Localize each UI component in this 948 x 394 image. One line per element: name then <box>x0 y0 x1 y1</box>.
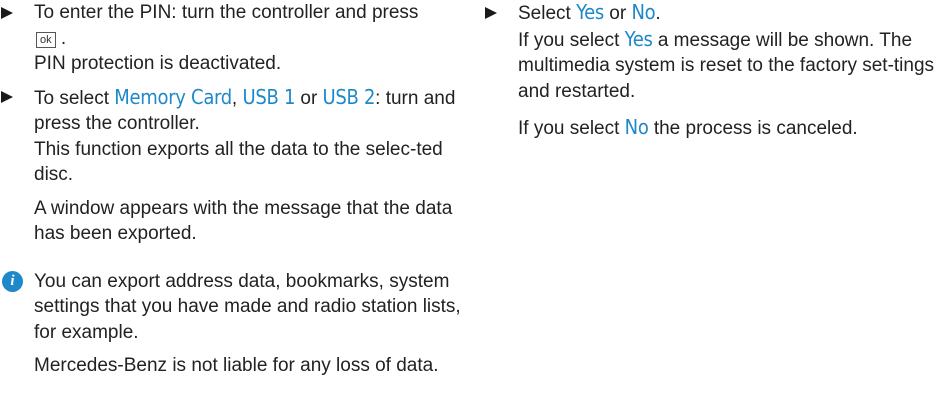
right-column: Select Yes or No. If you select Yes a me… <box>484 0 948 142</box>
step-confirm-reset: Select Yes or No. If you select Yes a me… <box>484 0 948 142</box>
instruction-text-end: . <box>55 27 67 49</box>
step-detail: A window appears with the message that t… <box>34 197 453 245</box>
detail-text-end: the process is canceled. <box>648 118 858 139</box>
step-detail: This function exports all the data to th… <box>34 138 443 186</box>
step-detail-no: If you select No the process is canceled… <box>518 115 948 142</box>
instruction-text: To enter the PIN: turn the controller an… <box>34 2 419 23</box>
step-instruction: Select Yes or No. <box>518 0 948 27</box>
option-yes-inline: Yes <box>624 26 653 51</box>
option-yes: Yes <box>576 0 604 24</box>
step-instruction: To select Memory Card, USB 1 or USB 2: t… <box>34 85 468 137</box>
step-arrow-icon <box>485 0 499 26</box>
detail-text: If you select <box>518 118 625 139</box>
instruction-text: To select <box>34 87 115 109</box>
instruction-text: Select <box>518 3 577 24</box>
step-arrow-icon <box>1 85 15 111</box>
step-instruction: To enter the PIN: turn the controller an… <box>34 0 468 51</box>
step-result: PIN protection is deactivated. <box>34 53 282 74</box>
detail-text: If you select <box>518 29 625 51</box>
separator: or <box>295 87 323 109</box>
left-column: To enter the PIN: turn the controller an… <box>0 0 468 379</box>
info-icon: i <box>2 270 23 292</box>
option-no-inline: No <box>624 115 649 139</box>
info-disclaimer: Mercedes-Benz is not liable for any loss… <box>34 355 439 376</box>
option-no: No <box>631 0 656 24</box>
step-select-disc: To select Memory Card, USB 1 or USB 2: t… <box>0 85 468 247</box>
option-usb-2: USB 2 <box>322 84 376 109</box>
ok-key-icon: ok <box>36 31 56 48</box>
info-note: i You can export address data, bookmarks… <box>0 269 468 379</box>
period: . <box>655 3 661 24</box>
separator: , <box>231 87 243 109</box>
step-arrow-icon <box>1 0 15 26</box>
option-usb-1: USB 1 <box>242 84 296 109</box>
step-detail-yes: If you select Yes a message will be show… <box>518 27 948 105</box>
option-memory-card: Memory Card <box>114 84 232 109</box>
info-text: You can export address data, bookmarks, … <box>34 270 461 343</box>
separator: or <box>603 3 632 24</box>
step-enter-pin: To enter the PIN: turn the controller an… <box>0 0 468 77</box>
